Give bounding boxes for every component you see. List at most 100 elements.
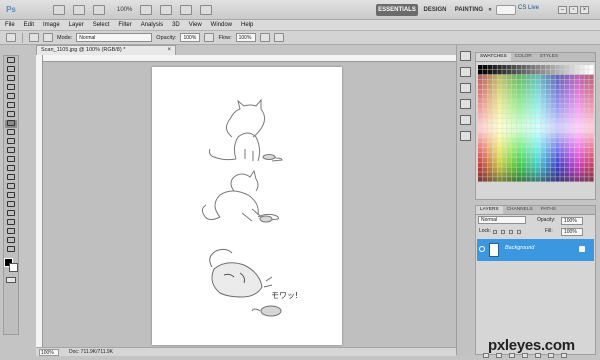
swatch[interactable] xyxy=(482,133,488,138)
swatch[interactable] xyxy=(579,147,584,153)
swatch[interactable] xyxy=(497,147,502,153)
swatch[interactable] xyxy=(516,79,522,85)
swatch[interactable] xyxy=(521,104,526,109)
swatch[interactable] xyxy=(531,128,536,133)
swatch[interactable] xyxy=(526,69,531,75)
swatch[interactable] xyxy=(511,108,517,114)
swatch[interactable] xyxy=(536,94,541,99)
swatch[interactable] xyxy=(540,152,546,158)
swatch[interactable] xyxy=(531,167,536,172)
swatch[interactable] xyxy=(516,143,522,148)
swatch[interactable] xyxy=(536,89,541,94)
swatch[interactable] xyxy=(526,94,531,99)
swatch[interactable] xyxy=(526,157,531,163)
swatch[interactable] xyxy=(569,152,575,158)
swatch[interactable] xyxy=(502,69,507,75)
swatch[interactable] xyxy=(487,89,493,94)
swatch[interactable] xyxy=(574,94,580,99)
swatch[interactable] xyxy=(560,74,565,80)
swatch[interactable] xyxy=(540,157,546,163)
swatch[interactable] xyxy=(560,167,565,172)
swatch[interactable] xyxy=(574,108,580,114)
swatch[interactable] xyxy=(536,99,541,104)
swatch[interactable] xyxy=(531,84,536,89)
swatch[interactable] xyxy=(516,152,522,158)
zoom-tool-icon[interactable] xyxy=(160,4,173,15)
swatch[interactable] xyxy=(531,138,536,143)
swatch[interactable] xyxy=(521,143,526,148)
swatch[interactable] xyxy=(560,133,565,138)
swatch[interactable] xyxy=(487,113,493,119)
swatch[interactable] xyxy=(521,128,526,133)
tab-layers[interactable]: LAYERS xyxy=(476,206,503,214)
swatch[interactable] xyxy=(478,167,483,172)
swatch[interactable] xyxy=(531,172,536,177)
swatch[interactable] xyxy=(511,172,517,177)
swatch[interactable] xyxy=(478,84,483,89)
swatch[interactable] xyxy=(497,65,502,70)
swatch[interactable] xyxy=(492,167,497,172)
swatch[interactable] xyxy=(569,99,575,104)
swatch[interactable] xyxy=(545,152,551,158)
swatch[interactable] xyxy=(497,128,502,133)
swatch[interactable] xyxy=(584,118,589,124)
swatch[interactable] xyxy=(536,147,541,153)
swatch[interactable] xyxy=(565,118,570,124)
swatch[interactable] xyxy=(531,108,536,114)
swatch[interactable] xyxy=(482,104,488,109)
swatch[interactable] xyxy=(516,65,522,70)
swatch[interactable] xyxy=(579,167,584,172)
swatch[interactable] xyxy=(516,157,522,163)
swatch[interactable] xyxy=(579,94,584,99)
swatch[interactable] xyxy=(492,74,497,80)
swatch[interactable] xyxy=(502,94,507,99)
swatch[interactable] xyxy=(536,113,541,119)
swatch[interactable] xyxy=(516,69,522,75)
swatch[interactable] xyxy=(507,138,512,143)
swatch[interactable] xyxy=(584,108,589,114)
swatch[interactable] xyxy=(540,128,546,133)
swatch[interactable] xyxy=(574,157,580,163)
swatch[interactable] xyxy=(550,79,555,85)
swatch[interactable] xyxy=(560,89,565,94)
swatch[interactable] xyxy=(545,162,551,167)
swatch[interactable] xyxy=(521,69,526,75)
swatch[interactable] xyxy=(565,162,570,167)
zoom-level[interactable]: 100% xyxy=(117,7,132,13)
swatch[interactable] xyxy=(511,113,517,119)
type-tool-icon[interactable] xyxy=(5,192,17,200)
swatch[interactable] xyxy=(560,128,565,133)
swatch[interactable] xyxy=(511,104,517,109)
document-tab[interactable]: Scan_1105.jpg @ 100% (RGB/8) * × xyxy=(36,45,176,55)
swatch[interactable] xyxy=(555,79,560,85)
swatch[interactable] xyxy=(584,138,589,143)
swatch[interactable] xyxy=(569,89,575,94)
swatch[interactable] xyxy=(507,147,512,153)
swatch[interactable] xyxy=(521,147,526,153)
swatch[interactable] xyxy=(540,74,546,80)
swatch[interactable] xyxy=(492,69,497,75)
swatch[interactable] xyxy=(550,89,555,94)
tab-color[interactable]: COLOR xyxy=(511,53,536,61)
swatch[interactable] xyxy=(521,152,526,158)
swatch[interactable] xyxy=(526,138,531,143)
swatch[interactable] xyxy=(545,79,551,85)
swatch[interactable] xyxy=(526,143,531,148)
pressure-size-icon[interactable] xyxy=(273,33,284,42)
swatch[interactable] xyxy=(540,167,546,172)
swatch[interactable] xyxy=(555,123,560,128)
layer-opacity-field[interactable]: 100% xyxy=(561,217,583,225)
extras-icon[interactable] xyxy=(93,4,105,15)
swatch[interactable] xyxy=(579,108,584,114)
swatch[interactable] xyxy=(507,89,512,94)
menu-help[interactable]: Help xyxy=(241,22,253,28)
swatch[interactable] xyxy=(560,157,565,163)
swatch[interactable] xyxy=(507,104,512,109)
lock-pixels-icon[interactable] xyxy=(501,230,505,234)
swatch[interactable] xyxy=(589,65,594,70)
swatch[interactable] xyxy=(521,167,526,172)
swatch[interactable] xyxy=(531,65,536,70)
close-icon[interactable]: × xyxy=(580,6,589,14)
layer-row-background[interactable]: Background xyxy=(477,239,594,261)
swatch[interactable] xyxy=(502,133,507,138)
